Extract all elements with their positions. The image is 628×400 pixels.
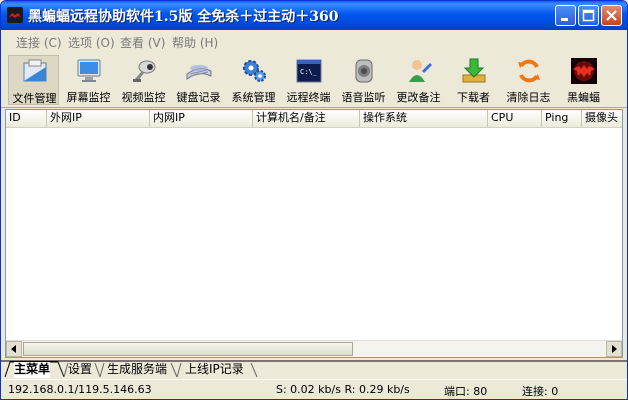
column-id[interactable]: ID [6,110,47,127]
monitor-icon [77,59,101,82]
arrow-right-icon [612,345,617,353]
black-bat-button[interactable]: 黑蝙蝠 [558,55,609,105]
tab-outline [1,360,627,378]
webcam-icon [133,60,156,82]
menu-help[interactable]: 帮助 (H) [172,34,218,51]
column-camera[interactable]: 摄像头 [582,110,622,127]
column-cpu[interactable]: CPU [488,110,542,127]
toolbar: 文件管理 屏幕监控 视频监控 键盘记录 系统管理 C:\_ 远程终端 语音监听 … [1,53,627,108]
svg-text:C:\_: C:\_ [300,68,318,76]
client-list[interactable]: ID 外网IP 内网IP 计算机名/备注 操作系统 CPU Ping 摄像头 [5,109,623,358]
keylogger-button[interactable]: 键盘记录 [173,55,224,105]
tool-label: 下载者 [457,91,490,104]
gears-icon [243,60,266,82]
clear-log-button[interactable]: 清除日志 [503,55,554,105]
terminal-icon: C:\_ [296,59,322,83]
status-bar: 192.168.0.1/119.5.146.63 S: 0.02 kb/s R:… [1,379,627,399]
tool-label: 黑蝙蝠 [567,91,600,104]
minimize-button[interactable] [555,5,576,26]
speaker-icon [355,59,373,83]
maximize-icon [582,9,595,22]
tool-label: 系统管理 [231,91,276,104]
tab-settings[interactable]: 设置 [68,362,92,378]
change-note-button[interactable]: 更改备注 [393,55,444,105]
status-ip: 192.168.0.1/119.5.146.63 [8,383,152,396]
maximize-button[interactable] [578,5,599,26]
app-icon [7,7,23,23]
menu-view[interactable]: 查看 (V) [120,34,165,51]
status-connections: 连接: 0 [522,385,559,398]
tool-label: 屏幕监控 [66,91,111,104]
scroll-right-button[interactable] [606,341,622,357]
status-port: 端口: 80 [444,385,488,398]
window-title: 黑蝙蝠远程协助软件1.5版 全免杀＋过主动＋360 [28,9,339,25]
system-manager-button[interactable]: 系统管理 [228,55,279,105]
column-wan-ip[interactable]: 外网IP [47,110,150,127]
file-manager-icon [23,59,47,82]
column-ping[interactable]: Ping [542,110,582,127]
user-edit-icon [409,60,432,82]
downloader-button[interactable]: 下载者 [448,55,499,105]
column-os[interactable]: 操作系统 [360,110,488,127]
list-header: ID 外网IP 内网IP 计算机名/备注 操作系统 CPU Ping 摄像头 [6,110,622,128]
download-icon [462,58,486,83]
close-icon [606,10,617,21]
tab-online-ip-log[interactable]: 上线IP记录 [185,362,244,378]
tool-label: 语音监听 [341,91,386,104]
app-window: 黑蝙蝠远程协助软件1.5版 全免杀＋过主动＋360 连接 (C) 选项 (O) … [0,0,628,400]
column-computer-name[interactable]: 计算机名/备注 [253,110,360,127]
title-bar[interactable]: 黑蝙蝠远程协助软件1.5版 全免杀＋过主动＋360 [1,1,627,30]
close-button[interactable] [601,5,622,26]
tab-main-menu[interactable]: 主菜单 [14,362,51,378]
menu-bar: 连接 (C) 选项 (O) 查看 (V) 帮助 (H) [1,30,627,52]
keyboard-icon [186,65,212,80]
status-speed: S: 0.02 kb/s R: 0.29 kb/s [276,383,410,396]
arrow-left-icon [11,345,16,353]
minimize-icon [561,18,568,21]
horizontal-scrollbar[interactable] [6,340,622,357]
voice-monitor-button[interactable]: 语音监听 [338,55,389,105]
tool-label: 清除日志 [506,91,551,104]
screen-monitor-button[interactable]: 屏幕监控 [63,55,114,105]
refresh-icon [518,59,540,83]
tool-label: 视频监控 [121,91,166,104]
tool-label: 更改备注 [396,91,441,104]
menu-options[interactable]: 选项 (O) [68,34,115,51]
menu-connect[interactable]: 连接 (C) [16,34,62,51]
scroll-left-button[interactable] [6,341,22,357]
remote-terminal-button[interactable]: C:\_ 远程终端 [283,55,334,105]
video-monitor-button[interactable]: 视频监控 [118,55,169,105]
tab-build-server[interactable]: 生成服务端 [107,362,167,378]
column-lan-ip[interactable]: 内网IP [150,110,253,127]
tool-label: 远程终端 [286,91,331,104]
file-manager-button[interactable]: 文件管理 [8,55,59,105]
bottom-tabs: 主菜单 设置 生成服务端 上线IP记录 [1,360,627,378]
bat-icon [571,58,597,84]
tool-label: 键盘记录 [176,91,221,104]
scrollbar-thumb[interactable] [23,342,353,356]
